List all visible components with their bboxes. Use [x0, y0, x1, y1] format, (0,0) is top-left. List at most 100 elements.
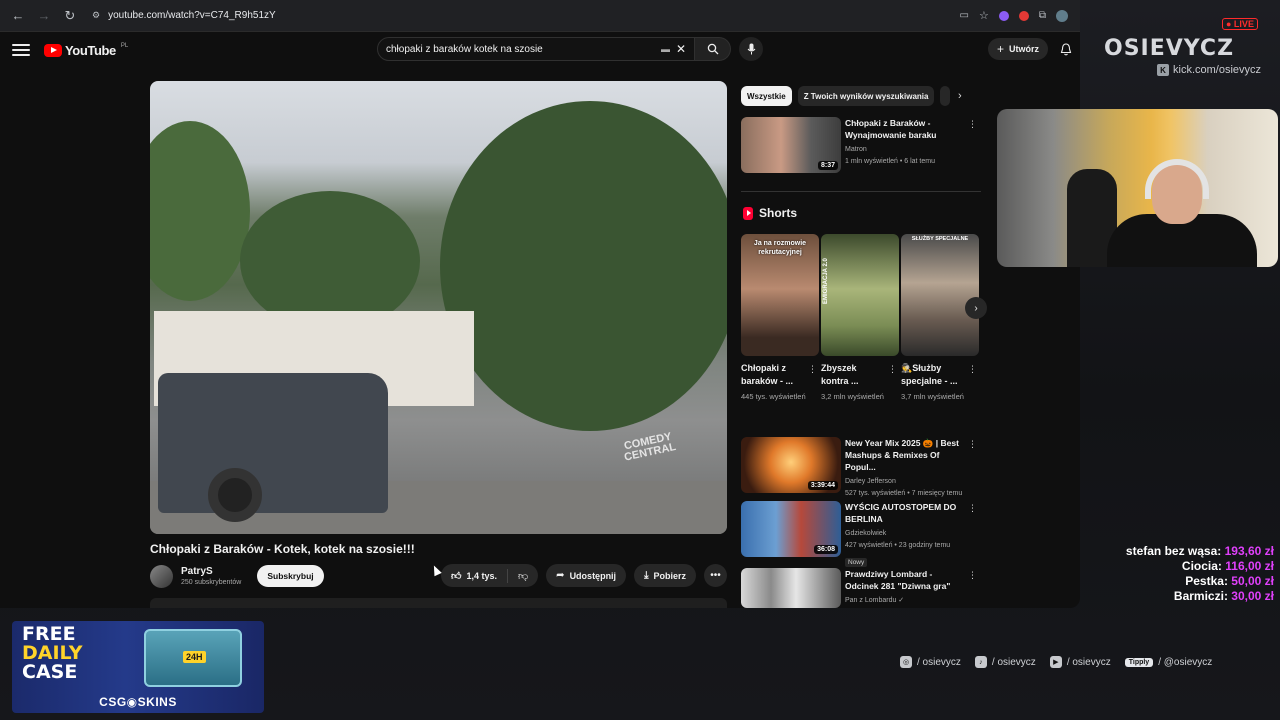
video-meta: 427 wyświetleń • 23 godziny temu	[845, 542, 951, 549]
short-thumbnail[interactable]: Ja na rozmowie rekrutacyjnej	[741, 234, 819, 356]
download-button[interactable]: ⤓ Pobierz	[634, 564, 696, 587]
share-button[interactable]: ➦ Udostępnij	[546, 564, 627, 587]
short-views: 445 tys. wyświetleń	[741, 392, 806, 401]
short-title: 🕵️Służby specjalne - ...	[901, 363, 958, 386]
description-box[interactable]	[150, 598, 727, 608]
logo-text: YouTube	[65, 42, 116, 58]
video-frame-truck	[158, 373, 388, 522]
social-handle: / osievycz	[991, 656, 1036, 668]
youtube-logo[interactable]: YouTube PL	[44, 43, 128, 58]
back-icon[interactable]: ←	[8, 6, 28, 26]
video-player[interactable]: COMEDY CENTRAL	[150, 81, 727, 534]
case-box-icon: 24H	[144, 629, 242, 687]
clear-search-icon[interactable]: ✕	[676, 42, 686, 56]
search-button[interactable]	[695, 37, 731, 61]
more-vertical-icon[interactable]: ⋮	[968, 119, 977, 130]
reload-icon[interactable]: ↻	[60, 6, 80, 26]
short-item[interactable]: SŁUŻBY SPECJALNE 🕵️Służby specjalne - ..…	[901, 234, 979, 402]
notifications-bell-icon[interactable]	[1060, 42, 1072, 56]
like-button[interactable]: 👍︎ 1,4 tys.	[441, 568, 509, 583]
video-channel[interactable]: Darley Jefferson	[845, 476, 963, 487]
shorts-next-button[interactable]: ›	[965, 297, 987, 319]
more-actions-button[interactable]: •••	[704, 564, 727, 587]
video-channel[interactable]: Matron	[845, 144, 963, 155]
recommended-video[interactable]: Prawdziwy Lombard - Odcinek 281 "Dziwna …	[741, 568, 981, 608]
more-vertical-icon[interactable]: ⋮	[968, 364, 977, 375]
chevron-right-icon: ›	[974, 302, 978, 314]
short-caption: EMIGRACJA 2.0	[823, 258, 829, 304]
chip-from-search[interactable]: Z Twoich wyników wyszukiwania	[797, 86, 935, 106]
more-vertical-icon[interactable]: ⋮	[968, 570, 977, 581]
extension-icon[interactable]	[998, 10, 1009, 21]
create-label: Utwórz	[1009, 44, 1039, 54]
video-actions: 👍︎ 1,4 tys. 👎︎ ➦ Udostępnij ⤓ Pobierz ••…	[441, 564, 727, 587]
donor-name: stefan bez wąsa:	[1125, 544, 1222, 558]
donor-name: Barmiczi:	[1173, 589, 1228, 603]
donor-name: Ciocia:	[1181, 559, 1222, 573]
extension-icon[interactable]	[1018, 10, 1029, 21]
url-text: youtube.com/watch?v=C74_R9h51zY	[108, 10, 276, 21]
like-count: 1,4 tys.	[466, 570, 498, 581]
tipply-link: Tipply / @osievycz	[1124, 657, 1212, 668]
voice-search-button[interactable]	[739, 37, 763, 61]
shorts-heading: Shorts	[743, 206, 797, 220]
shorts-icon	[743, 206, 753, 220]
duration-badge: 3:39:44	[807, 481, 838, 490]
video-thumbnail[interactable]: 8:37	[741, 117, 841, 173]
bookmark-star-icon[interactable]: ☆	[979, 9, 989, 22]
profile-avatar[interactable]	[1056, 9, 1068, 22]
chip-all[interactable]: Wszystkie	[741, 86, 792, 106]
donation-amount: 50,00 zł	[1231, 574, 1274, 588]
short-thumbnail[interactable]: SŁUŻBY SPECJALNE	[901, 234, 979, 356]
create-button[interactable]: + Utwórz	[987, 38, 1048, 60]
share-label: Udostępnij	[569, 570, 617, 581]
video-thumbnail[interactable]	[741, 568, 841, 608]
social-handle: / osievycz	[917, 656, 961, 668]
recommended-video[interactable]: 3:39:44 New Year Mix 2025 🎃 | Best Mashu…	[741, 437, 981, 499]
kick-url: kick.com/osievycz	[1173, 64, 1262, 76]
dislike-button[interactable]: 👎︎	[508, 570, 538, 582]
short-item[interactable]: Ja na rozmowie rekrutacyjnej Chłopaki z …	[741, 234, 819, 402]
forward-icon[interactable]: →	[34, 6, 54, 26]
chip-partial[interactable]	[940, 86, 951, 106]
video-thumbnail[interactable]: 36:08	[741, 501, 841, 557]
social-handle: / osievycz	[1066, 656, 1111, 668]
video-channel[interactable]: Pan z Lombardu ✓	[845, 595, 963, 606]
more-vertical-icon[interactable]: ⋮	[968, 503, 977, 514]
more-vertical-icon[interactable]: ⋮	[808, 364, 817, 375]
short-thumbnail[interactable]: EMIGRACJA 2.0	[821, 234, 899, 356]
video-info: WYŚCIG AUTOSTOPEM DO BERLINA Gdziekolwie…	[845, 501, 963, 569]
chevron-right-icon[interactable]: ›	[958, 90, 962, 102]
video-channel[interactable]: Gdziekolwiek	[845, 528, 963, 539]
new-badge: Nowy	[845, 558, 868, 567]
keyboard-icon[interactable]: ▬	[661, 44, 670, 54]
donation-amount: 116,00 zł	[1225, 559, 1274, 573]
more-vertical-icon[interactable]: ⋮	[968, 439, 977, 450]
donation-row: stefan bez wąsa: 193,60 zł	[1126, 544, 1274, 559]
install-icon[interactable]: ▭	[960, 10, 969, 21]
csgo-skins-ad: FREE DAILY CASE 24H CSG◉SKINS	[12, 621, 264, 713]
video-title[interactable]: Chłopaki z Baraków - Wynajmowanie baraku	[845, 117, 963, 141]
extensions-puzzle-icon[interactable]: ⧉	[1039, 10, 1046, 21]
more-vertical-icon[interactable]: ⋮	[888, 364, 897, 375]
subscribe-button[interactable]: Subskrybuj	[257, 565, 324, 587]
video-thumbnail[interactable]: 3:39:44	[741, 437, 841, 493]
address-bar[interactable]: ⚙ youtube.com/watch?v=C74_R9h51zY ▭ ☆ ⧉	[86, 5, 1072, 27]
channel-avatar[interactable]	[150, 564, 173, 588]
menu-icon[interactable]	[12, 44, 30, 56]
recommended-video[interactable]: 36:08 WYŚCIG AUTOSTOPEM DO BERLINA Gdzie…	[741, 501, 981, 569]
video-title[interactable]: New Year Mix 2025 🎃 | Best Mashups & Rem…	[845, 437, 963, 473]
instagram-icon: ◎	[900, 656, 912, 668]
search-area: chłopaki z baraków kotek na szosie ▬ ✕	[377, 37, 763, 61]
video-title[interactable]: Prawdziwy Lombard - Odcinek 281 "Dziwna …	[845, 568, 963, 592]
recommended-video[interactable]: 8:37 Chłopaki z Baraków - Wynajmowanie b…	[741, 117, 981, 173]
short-item[interactable]: EMIGRACJA 2.0 Zbyszek kontra ... 3,2 mln…	[821, 234, 899, 402]
filter-chips: Wszystkie Z Twoich wyników wyszukiwania	[741, 86, 951, 106]
search-input[interactable]: chłopaki z baraków kotek na szosie ▬ ✕	[377, 37, 695, 61]
video-title[interactable]: WYŚCIG AUTOSTOPEM DO BERLINA	[845, 501, 963, 525]
channel-name[interactable]: PatryS	[181, 566, 241, 577]
site-info-icon[interactable]: ⚙	[92, 10, 100, 21]
short-caption: SŁUŻBY SPECJALNE	[911, 236, 969, 242]
channel-subscribers: 250 subskrybentów	[181, 579, 242, 586]
tipply-icon: Tipply	[1124, 657, 1154, 667]
